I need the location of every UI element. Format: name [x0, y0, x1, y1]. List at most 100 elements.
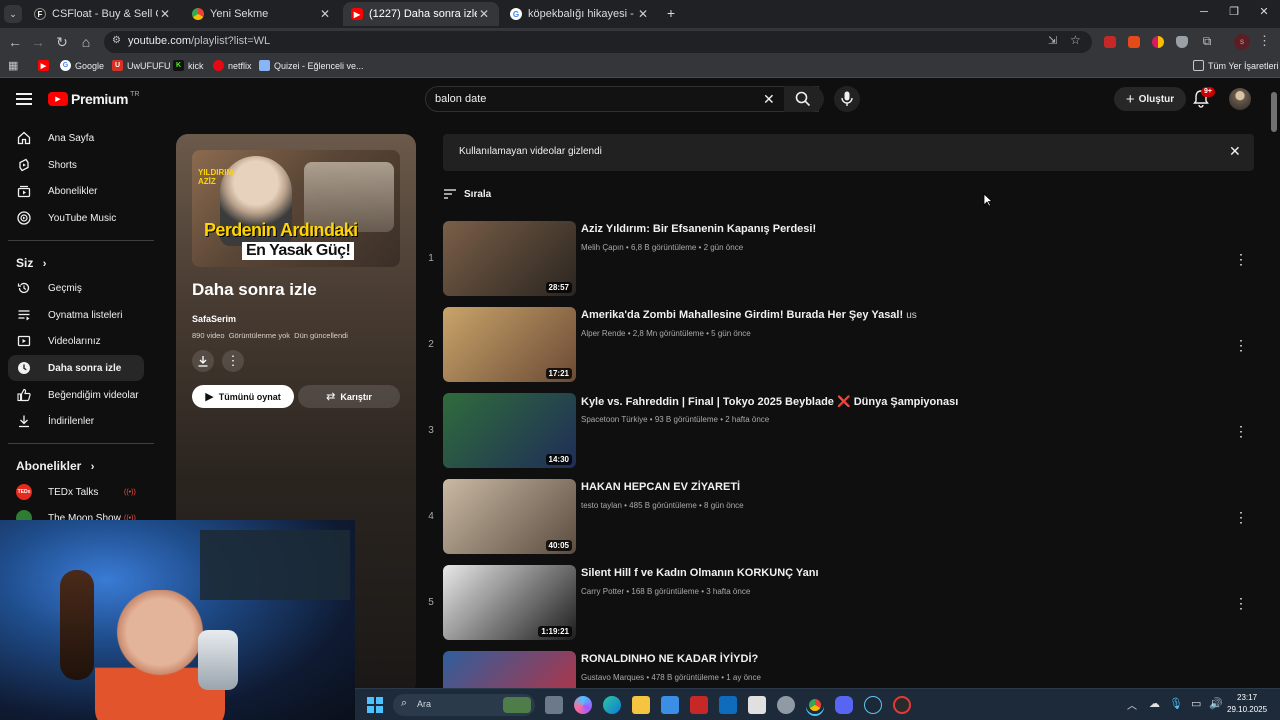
sidebar-item-watch-later[interactable]: Daha sonra izle: [8, 355, 144, 381]
sidebar-item-home[interactable]: Ana Sayfa: [8, 125, 144, 151]
sort-button[interactable]: Sırala: [443, 188, 491, 200]
video-thumbnail[interactable]: [443, 651, 576, 688]
channel-name[interactable]: Carry Potter: [581, 587, 624, 596]
discord-icon[interactable]: [835, 696, 853, 714]
app-icon[interactable]: [690, 696, 708, 714]
close-icon[interactable]: ✕: [636, 7, 650, 21]
settings-gear-icon[interactable]: [777, 696, 795, 714]
video-title[interactable]: HAKAN HEPCAN EV ZİYARETİ: [581, 481, 740, 493]
channel-name[interactable]: testo taylan: [581, 501, 622, 510]
video-thumbnail[interactable]: 1:19:21: [443, 565, 576, 640]
sidebar-item-downloads[interactable]: İndirilenler: [8, 408, 144, 434]
sidebar-item-subscriptions[interactable]: Abonelikler: [8, 178, 144, 204]
video-thumbnail[interactable]: 17:21: [443, 307, 576, 382]
sidebar-item-your-videos[interactable]: Videolarınız: [8, 328, 144, 354]
network-icon[interactable]: ▭: [1191, 697, 1201, 710]
close-icon[interactable]: ✕: [318, 7, 332, 21]
channel-name[interactable]: Melih Çapın: [581, 243, 624, 252]
new-tab-button[interactable]: +: [663, 5, 679, 21]
video-title[interactable]: RONALDINHO NE KADAR İYİYDİ?: [581, 653, 758, 665]
outlook-icon[interactable]: [719, 696, 737, 714]
video-thumbnail[interactable]: 14:30: [443, 393, 576, 468]
page-scrollbar[interactable]: [1271, 82, 1277, 688]
back-icon[interactable]: ←: [7, 34, 23, 50]
clock-time[interactable]: 23:17: [1237, 693, 1257, 702]
bookmark-kick[interactable]: Kkick: [173, 60, 204, 71]
more-options-icon[interactable]: ⋮: [1234, 593, 1248, 613]
install-app-icon[interactable]: ⇲: [1048, 34, 1057, 47]
home-icon[interactable]: ⌂: [78, 34, 94, 50]
play-all-button[interactable]: ▶ Tümünü oynat: [192, 385, 294, 408]
extension-icon[interactable]: [1104, 36, 1116, 48]
download-playlist-button[interactable]: [192, 350, 214, 372]
notifications-button[interactable]: 9+: [1193, 87, 1215, 108]
all-bookmarks-folder[interactable]: Tüm Yer İşaretleri: [1193, 60, 1279, 71]
apps-grid-icon[interactable]: ▦: [8, 60, 20, 72]
playlist-video-row[interactable]: RONALDINHO NE KADAR İYİYDİ? Gustavo Marq…: [426, 651, 1254, 688]
more-options-icon[interactable]: ⋮: [1234, 335, 1248, 355]
microphone-tray-icon[interactable]: 🎙: [1169, 697, 1183, 710]
sidebar-item-liked-videos[interactable]: Beğendiğim videolar: [8, 382, 144, 408]
playlist-video-row[interactable]: 1 28:57 Aziz Yıldırım: Bir Efsanenin Kap…: [426, 221, 1254, 297]
window-close-icon[interactable]: ✕: [1256, 5, 1272, 18]
sidebar-sub-tedx-talks[interactable]: TEDx TEDx Talks ((•)): [8, 479, 144, 505]
bookmark-youtube[interactable]: ▶: [38, 60, 53, 71]
tab-google-search[interactable]: G köpekbalığı hikayesi - Google'da ✕: [502, 2, 658, 26]
profile-avatar[interactable]: s: [1234, 34, 1250, 50]
onedrive-icon[interactable]: ☁: [1149, 697, 1160, 710]
more-options-icon[interactable]: ⋮: [1234, 249, 1248, 269]
copilot-icon[interactable]: [574, 696, 592, 714]
close-icon[interactable]: ✕: [477, 7, 491, 21]
video-thumbnail[interactable]: 28:57: [443, 221, 576, 296]
chevron-up-icon[interactable]: ︿: [1127, 697, 1137, 712]
voice-search-button[interactable]: [834, 86, 860, 112]
file-explorer-icon[interactable]: [632, 696, 650, 714]
video-thumbnail[interactable]: 40:05: [443, 479, 576, 554]
sidebar-item-youtube-music[interactable]: YouTube Music: [8, 205, 144, 231]
search-button[interactable]: [784, 86, 824, 112]
forward-icon[interactable]: →: [30, 34, 46, 50]
youtube-premium-logo[interactable]: ▶ Premium TR: [48, 91, 139, 107]
channel-name[interactable]: Alper Rende: [581, 329, 625, 338]
more-options-icon[interactable]: ⋮: [1234, 507, 1248, 527]
steam-icon[interactable]: [864, 696, 882, 714]
taskbar-search-box[interactable]: ⌕ Ara: [393, 694, 535, 716]
close-banner-icon[interactable]: ✕: [1229, 143, 1241, 160]
bookmark-star-icon[interactable]: ☆: [1070, 33, 1081, 47]
clock-date[interactable]: 29.10.2025: [1227, 705, 1267, 714]
more-options-icon[interactable]: ⋮: [1234, 421, 1248, 441]
playlist-video-row[interactable]: 5 1:19:21 Silent Hill f ve Kadın Olmanın…: [426, 565, 1254, 641]
volume-icon[interactable]: 🔊: [1209, 697, 1223, 710]
windows-start-icon[interactable]: [367, 697, 383, 713]
video-title[interactable]: Kyle vs. Fahreddin | Final | Tokyo 2025 …: [581, 395, 958, 408]
bookmark-quizei[interactable]: Quizei - Eğlenceli ve...: [259, 60, 364, 71]
chrome-menu-icon[interactable]: ⋮: [1258, 33, 1271, 49]
minimize-icon[interactable]: ─: [1196, 6, 1212, 18]
playlist-cover-thumbnail[interactable]: YILDIRIM AZİZ Perdenin Ardındaki En Yasa…: [192, 150, 400, 267]
playlist-video-row[interactable]: 2 17:21 Amerika'da Zombi Mahallesine Gir…: [426, 307, 1254, 383]
edge-icon[interactable]: [603, 696, 621, 714]
account-avatar[interactable]: [1229, 88, 1251, 110]
extension-icon[interactable]: [1152, 36, 1164, 48]
bookmark-netflix[interactable]: netflix: [213, 60, 252, 71]
tab-csfloat[interactable]: F CSFloat - Buy & Sell CS2 Skins ✕: [26, 2, 180, 26]
extension-icon[interactable]: [1128, 36, 1140, 48]
task-view-icon[interactable]: [545, 696, 563, 714]
sidebar-item-playlists[interactable]: Oynatma listeleri: [8, 302, 144, 328]
playlist-owner[interactable]: SafaSerim: [192, 314, 236, 324]
app-icon[interactable]: [893, 696, 911, 714]
create-button[interactable]: + Oluştur: [1114, 87, 1186, 111]
shield-icon[interactable]: [1176, 36, 1188, 48]
extensions-puzzle-icon[interactable]: ⧉: [1200, 34, 1214, 49]
playlist-video-row[interactable]: 4 40:05 HAKAN HEPCAN EV ZİYARETİ testo t…: [426, 479, 1254, 555]
chrome-icon[interactable]: [806, 696, 824, 714]
clear-search-icon[interactable]: ✕: [763, 91, 775, 108]
tab-youtube-watch-later[interactable]: ▶ (1227) Daha sonra izle - YouTube ✕: [343, 2, 499, 26]
restore-icon[interactable]: ❐: [1226, 5, 1242, 18]
video-title[interactable]: Amerika'da Zombi Mahallesine Girdim! Bur…: [581, 309, 917, 321]
bookmark-google[interactable]: G Google: [60, 60, 104, 71]
playlist-video-row[interactable]: 3 14:30 Kyle vs. Fahreddin | Final | Tok…: [426, 393, 1254, 469]
store-icon[interactable]: [661, 696, 679, 714]
shuffle-button[interactable]: ⇄ Karıştır: [298, 385, 400, 408]
site-info-icon[interactable]: ⚙: [112, 35, 121, 46]
